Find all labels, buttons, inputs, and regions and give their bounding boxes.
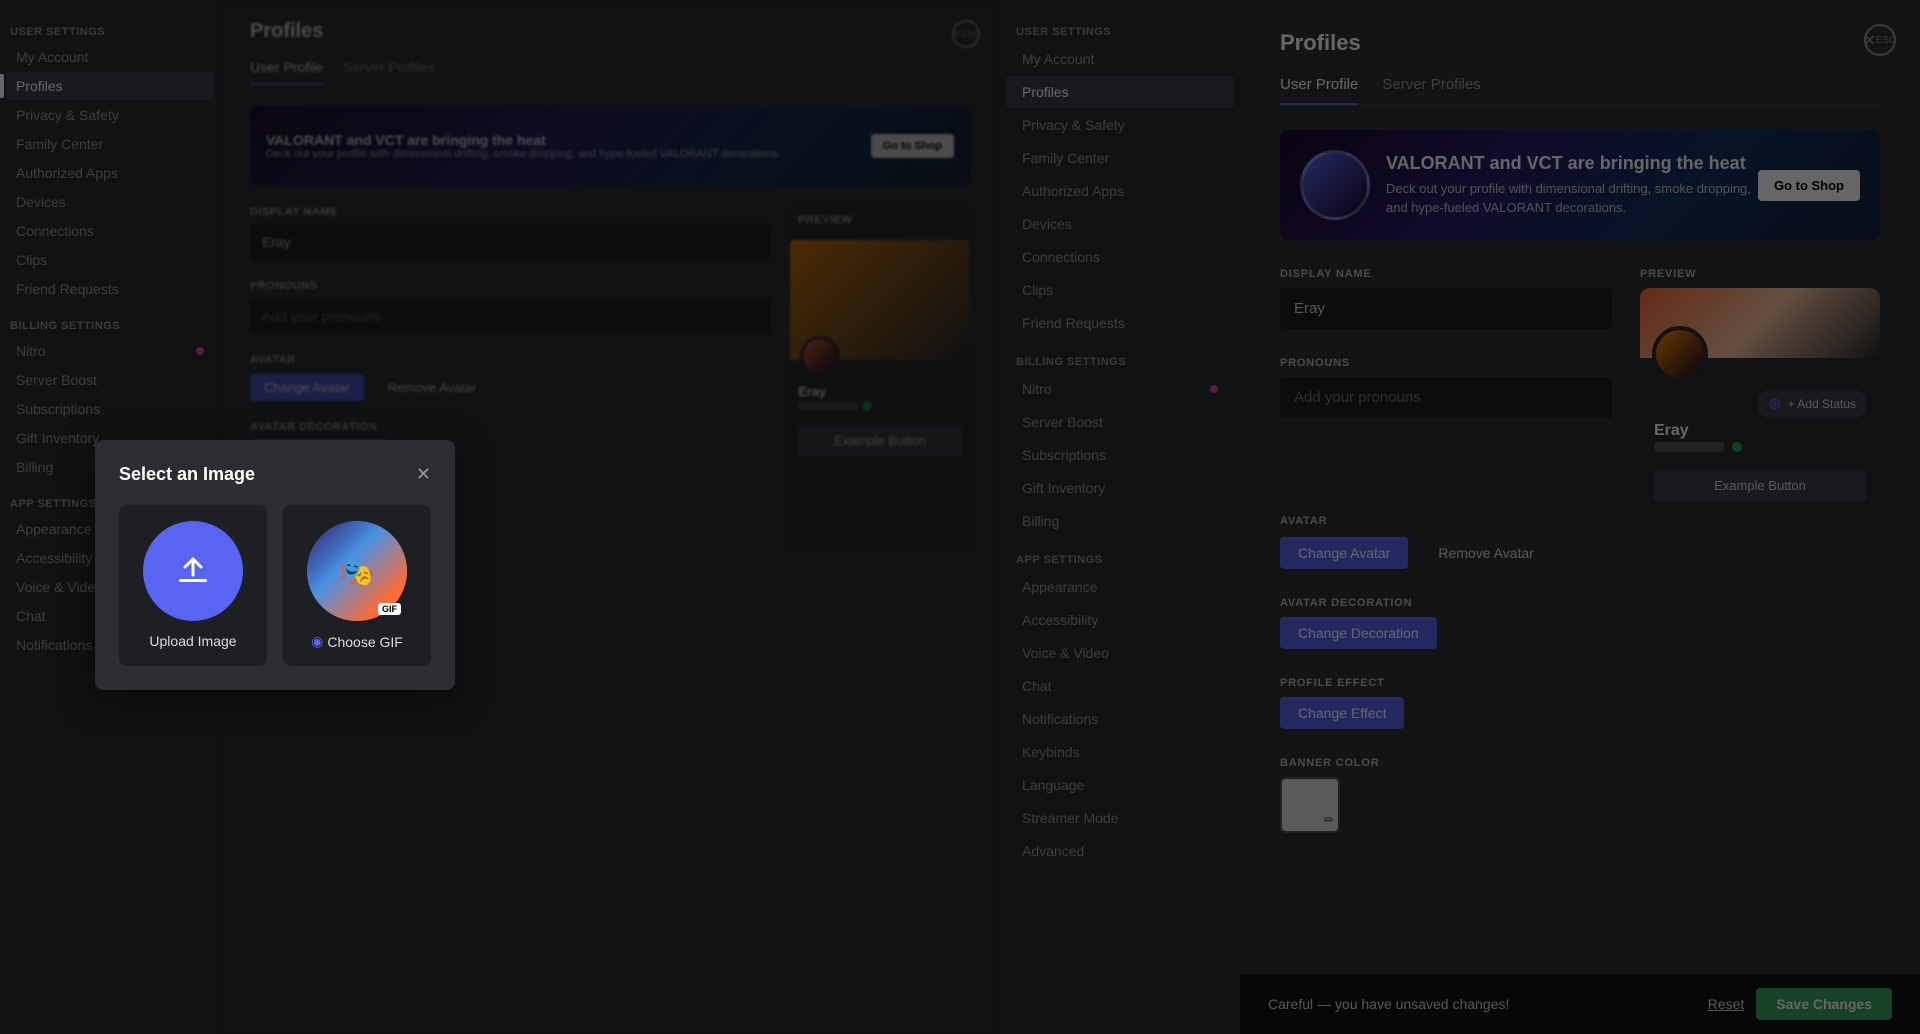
modal-gif-label: ◉ Choose GIF	[311, 633, 403, 650]
gif-circle-icon: 🎭 GIF	[307, 521, 407, 621]
select-image-modal: Select an Image ✕ Upload Image 🎭 GI	[95, 440, 455, 690]
modal-title: Select an Image	[119, 464, 255, 485]
modal-upload-image-option[interactable]: Upload Image	[119, 505, 267, 666]
modal-choose-gif-option[interactable]: 🎭 GIF ◉ Choose GIF	[283, 505, 431, 666]
modal-close-button[interactable]: ✕	[416, 464, 431, 485]
gif-badge: GIF	[378, 603, 401, 615]
modal-overlay: Select an Image ✕ Upload Image 🎭 GI	[0, 0, 1920, 1034]
upload-circle-icon	[143, 521, 243, 621]
modal-upload-label: Upload Image	[149, 633, 236, 649]
modal-options: Upload Image 🎭 GIF ◉ Choose GIF	[119, 505, 431, 666]
